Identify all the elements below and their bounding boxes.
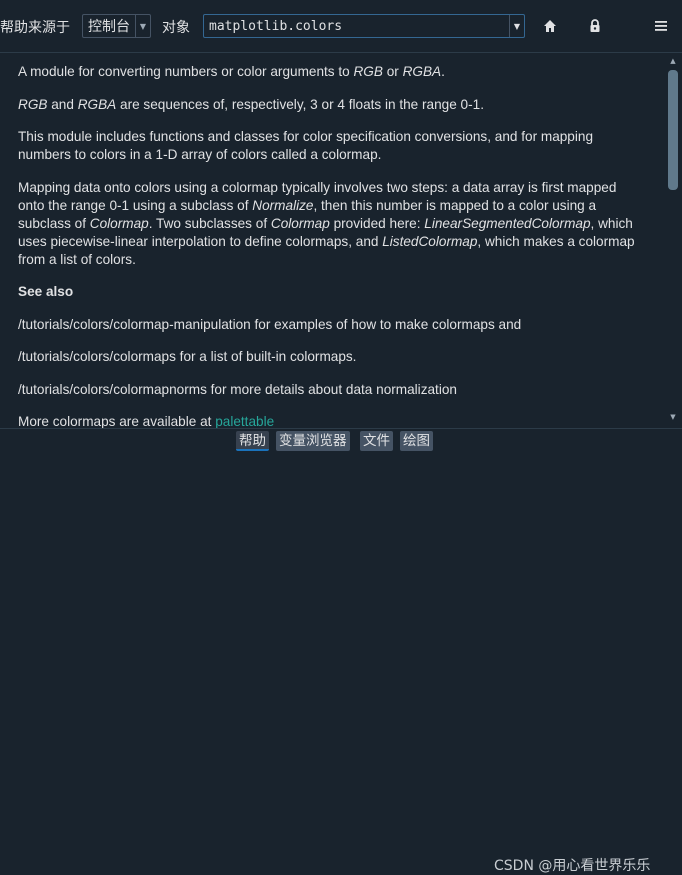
csdn-watermark: CSDN @用心看世界乐乐 <box>494 858 651 874</box>
doc-paragraph: /tutorials/colors/colormaps for a list o… <box>18 349 357 364</box>
source-combobox-value: 控制台 <box>88 19 130 35</box>
doc-paragraph: RGB and RGBA are sequences of, respectiv… <box>18 96 484 112</box>
object-combobox[interactable]: matplotlib.colors ▼ <box>203 14 525 38</box>
scroll-down-icon[interactable]: ▼ <box>668 412 678 422</box>
object-label: 对象 <box>162 20 190 36</box>
pane-tab-bar: 帮助 变量浏览器 文件 绘图 CSDN @用心看世界乐乐 <box>0 428 682 874</box>
vertical-scrollbar[interactable]: ▲ ▼ <box>666 54 680 424</box>
chevron-down-icon[interactable]: ▼ <box>509 15 524 37</box>
help-content-pane[interactable]: A module for converting numbers or color… <box>0 52 682 429</box>
doc-paragraph: Mapping data onto colors using a colorma… <box>18 179 635 267</box>
palettable-link[interactable]: palettable <box>215 414 274 429</box>
doc-body: A module for converting numbers or color… <box>18 63 643 429</box>
chevron-down-icon[interactable]: ▼ <box>135 15 150 37</box>
source-label: 帮助来源于 <box>0 20 70 36</box>
scrollbar-handle[interactable] <box>668 70 678 190</box>
tab-plots[interactable]: 绘图 <box>400 431 433 451</box>
doc-paragraph: /tutorials/colors/colormap-manipulation … <box>18 316 522 332</box>
tab-files[interactable]: 文件 <box>360 431 393 451</box>
tab-help[interactable]: 帮助 <box>236 431 269 451</box>
doc-paragraph: This module includes functions and class… <box>18 129 594 162</box>
see-also-heading: See also <box>18 284 74 299</box>
hamburger-menu-icon[interactable] <box>652 17 670 35</box>
home-icon[interactable] <box>541 17 559 35</box>
source-combobox[interactable]: 控制台 ▼ <box>82 14 151 38</box>
tab-variable-explorer[interactable]: 变量浏览器 <box>276 431 350 451</box>
object-combobox-value[interactable]: matplotlib.colors <box>204 19 342 34</box>
scroll-up-icon[interactable]: ▲ <box>668 56 678 66</box>
lock-icon[interactable] <box>586 17 604 35</box>
doc-paragraph: More colormaps are available at palettab… <box>18 414 275 429</box>
doc-paragraph: A module for converting numbers or color… <box>18 64 445 79</box>
doc-paragraph: /tutorials/colors/colormapnorms for more… <box>18 381 457 397</box>
help-toolbar: 帮助来源于 控制台 ▼ 对象 matplotlib.colors ▼ <box>0 0 682 52</box>
